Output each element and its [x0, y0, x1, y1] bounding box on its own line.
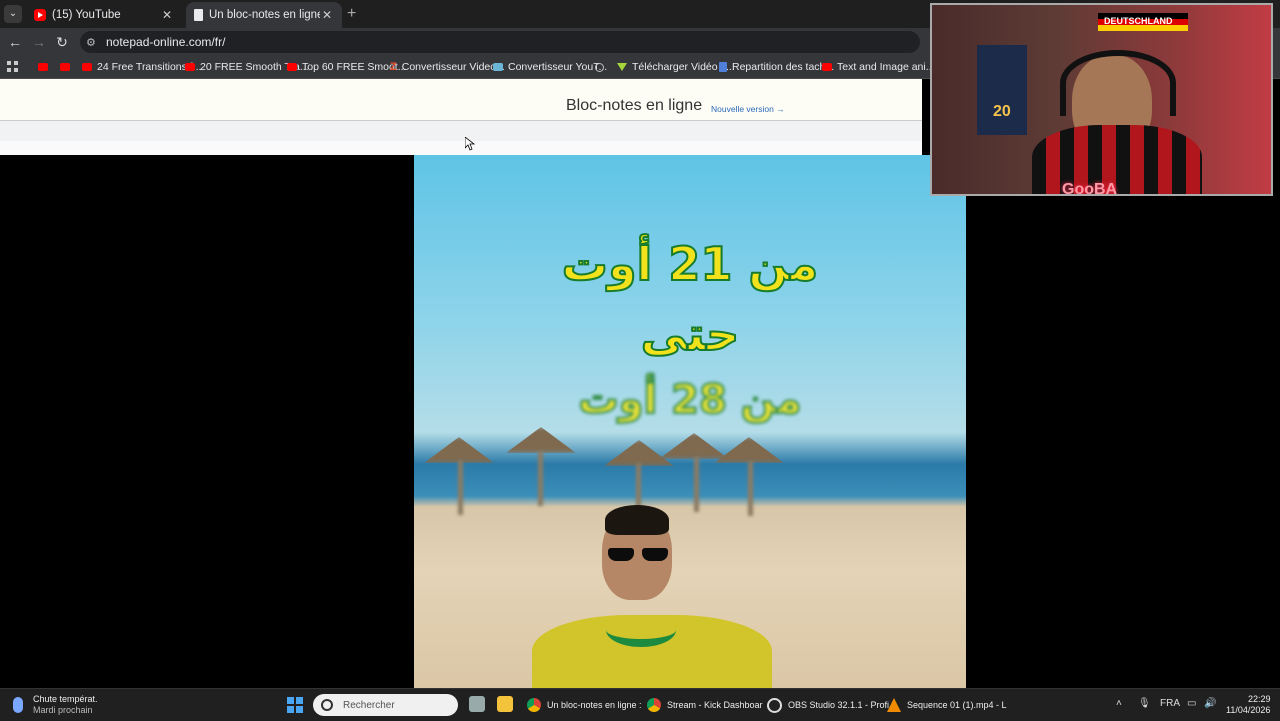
search-placeholder: Rechercher [343, 699, 395, 711]
bookmark-item[interactable] [595, 59, 609, 75]
weather-subtitle[interactable]: Mardi prochain [33, 705, 93, 715]
youtube-icon [60, 63, 70, 71]
bookmark-label: Convertisseur YouT... [508, 61, 608, 73]
globe-icon [595, 62, 604, 72]
bookmark-label: Text and Image ani... [837, 61, 935, 73]
bookmark-item[interactable]: Top 60 FREE Smoot... [287, 59, 406, 75]
umbrella-pole [458, 460, 463, 515]
taskbar-app-label: Un bloc-notes en ligne : [547, 700, 642, 710]
tab-title: (15) YouTube [52, 9, 121, 21]
weather-title[interactable]: Chute températ. [33, 694, 98, 704]
sunglasses [606, 548, 670, 562]
video-caption-line: من 21 أوت [561, 236, 820, 292]
taskbar-search[interactable]: Rechercher [313, 694, 458, 716]
umbrella-pole [748, 461, 753, 516]
chrome-icon [647, 698, 661, 712]
search-icon [321, 699, 333, 711]
neon-name-label: GooBA [1062, 181, 1118, 196]
reload-button[interactable]: ↻ [53, 33, 71, 51]
bookmark-item[interactable] [38, 59, 53, 75]
taskbar-app-chrome-notepad[interactable]: Un bloc-notes en ligne : [527, 695, 642, 715]
clock-time[interactable]: 22:29 [1248, 694, 1271, 704]
bookmark-item[interactable]: Convertisseur YouT... [493, 59, 607, 75]
site-info-icon[interactable]: ⚙ [86, 36, 98, 49]
editor-area[interactable] [0, 141, 922, 155]
document-icon [194, 9, 203, 21]
person-hair [605, 505, 669, 535]
new-tab-button[interactable]: + [347, 5, 356, 23]
youtube-icon [822, 63, 832, 71]
close-icon[interactable]: ✕ [160, 8, 174, 22]
shirt-collar [606, 613, 676, 647]
taskbar-app-label: Stream - Kick Dashboar [667, 700, 763, 710]
thermometer-icon[interactable] [13, 697, 23, 713]
z-icon: Z [390, 61, 397, 73]
language-indicator[interactable]: FRA [1160, 698, 1180, 709]
video-player[interactable]: من 21 أوت حتى من 28 أوت [414, 155, 966, 688]
taskbar-app-chrome-kick[interactable]: Stream - Kick Dashboar [647, 695, 763, 715]
beach-umbrella [714, 437, 784, 463]
new-version-link[interactable]: Nouvelle version → [711, 104, 785, 114]
task-view-icon[interactable] [469, 696, 485, 712]
youtube-icon [38, 63, 48, 71]
beach-umbrella [506, 427, 576, 453]
bookmark-item[interactable]: Z Convertisseur Video... [390, 59, 505, 75]
flag-text: DEUTSCHLAND [1104, 16, 1173, 26]
webcam-overlay: DEUTSCHLAND 20 GooBA [930, 3, 1273, 196]
clock-date[interactable]: 11/04/2026 [1226, 705, 1270, 715]
chevron-up-icon[interactable]: ˄ [1116, 698, 1122, 709]
url-text: notepad-online.com/fr/ [106, 35, 226, 49]
taskbar-app-label: Sequence 01 (1).mp4 - L [907, 700, 1007, 710]
taskbar-app-vlc[interactable]: Sequence 01 (1).mp4 - L [887, 695, 1007, 715]
bookmark-item[interactable] [60, 59, 75, 75]
bookmark-item[interactable]: Text and Image ani... [822, 59, 934, 75]
bookmark-label: Repartition des tach... [732, 61, 835, 73]
tab-notepad[interactable]: Un bloc-notes en ligne gratuit ✕ [186, 2, 342, 28]
bookmark-item[interactable]: Télécharger Vidéo Y... [617, 59, 735, 75]
bookmark-label: Convertisseur Video... [401, 61, 505, 73]
headset [1060, 50, 1176, 116]
youtube-icon [287, 63, 297, 71]
download-icon [617, 63, 627, 71]
obs-icon [767, 697, 782, 713]
bookmark-item[interactable]: Repartition des tach... [719, 59, 834, 75]
youtube-icon [185, 63, 195, 71]
taskbar-app-obs[interactable]: OBS Studio 32.1.1 - Profi [767, 695, 889, 715]
taskbar: Chute températ. Mardi prochain Recherche… [0, 688, 1280, 721]
bookmark-item[interactable]: 24 Free Transitions f... [82, 59, 201, 75]
vlc-icon [887, 698, 901, 712]
umbrella-pole [538, 451, 543, 506]
youtube-icon [82, 63, 92, 71]
start-button[interactable] [287, 697, 303, 713]
tab-title: Un bloc-notes en ligne gratuit [209, 9, 320, 21]
taskbar-app-label: OBS Studio 32.1.1 - Profi [788, 700, 890, 710]
page-title: Bloc-notes en ligne [566, 97, 703, 114]
close-icon[interactable]: ✕ [320, 8, 334, 22]
tab-youtube[interactable]: (15) YouTube ✕ [26, 2, 182, 28]
page-header: Bloc-notes en ligne Nouvelle version → [0, 79, 922, 121]
youtube-icon [34, 9, 46, 21]
address-bar[interactable]: ⚙ notepad-online.com/fr/ [80, 31, 920, 53]
chrome-icon [527, 698, 541, 712]
jersey-number: 20 [993, 103, 1011, 120]
wall-jersey: 20 [977, 45, 1027, 135]
editor-toolbar [0, 121, 922, 141]
beach-umbrella [659, 433, 729, 459]
flag-icon [493, 63, 503, 71]
docs-icon [719, 62, 727, 72]
flag-banner: DEUTSCHLAND [1098, 13, 1188, 31]
video-caption-line: من 28 أوت [577, 376, 802, 424]
file-explorer-icon[interactable] [497, 696, 513, 712]
volume-icon[interactable]: 🔊 [1204, 698, 1216, 709]
network-icon[interactable]: ▭ [1187, 698, 1196, 709]
back-button[interactable]: ← [6, 33, 24, 51]
apps-icon[interactable] [7, 61, 19, 73]
microphone-icon[interactable]: 🎙 [1138, 698, 1151, 709]
umbrella-pole [694, 457, 699, 512]
tab-search-button[interactable]: ⌄ [4, 5, 22, 23]
video-caption-line: حتى [640, 306, 740, 362]
forward-button[interactable]: → [30, 33, 48, 51]
